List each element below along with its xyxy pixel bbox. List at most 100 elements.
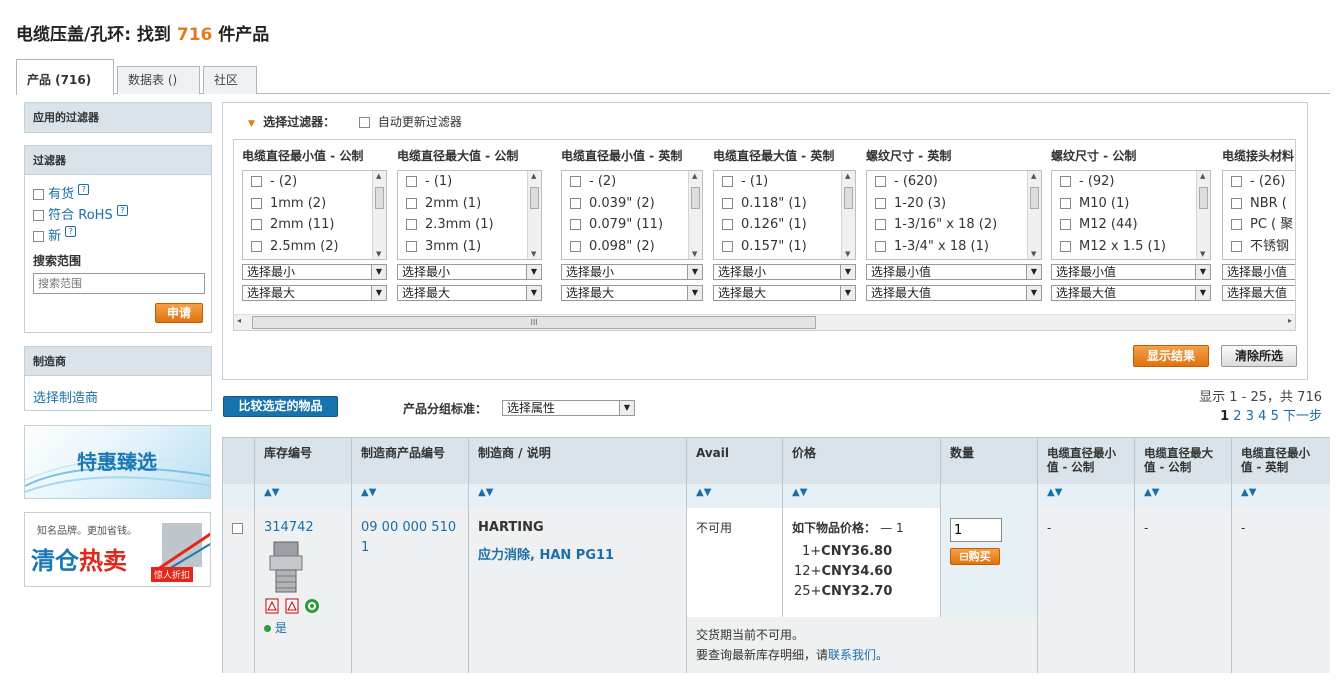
filter-value-option[interactable]: - (26)	[1223, 171, 1295, 193]
filter-max-select[interactable]: 选择最大值 ▼	[1051, 285, 1211, 301]
product-description-link[interactable]: 应力消除, HAN PG11	[478, 546, 677, 566]
filter-value-checkbox[interactable]	[1060, 219, 1071, 230]
filter-value-option[interactable]: 0.157" (1)	[714, 236, 855, 258]
sort-mfr-part-no[interactable]: ▲▼	[352, 484, 469, 508]
filter-value-option[interactable]: M10 (1)	[1052, 193, 1210, 215]
filter-value-option[interactable]: 1-3/4" x 18 (1)	[867, 236, 1041, 258]
filter-value-checkbox[interactable]	[406, 219, 417, 230]
dropdown-arrow-icon[interactable]: ▼	[526, 286, 541, 300]
filter-value-checkbox[interactable]	[722, 176, 733, 187]
dropdown-arrow-icon[interactable]: ▼	[687, 265, 702, 279]
collapse-triangle-icon[interactable]: ▼	[248, 119, 255, 129]
filter-value-option[interactable]: PC ( 聚	[1223, 214, 1295, 236]
filter-max-select[interactable]: 选择最大 ▼	[561, 285, 703, 301]
filter-value-option[interactable]: 2.3mm (1)	[398, 214, 541, 236]
scroll-up-icon[interactable]: ▲	[845, 172, 850, 180]
scroll-down-icon[interactable]: ▼	[1200, 250, 1205, 258]
dropdown-arrow-icon[interactable]: ▼	[371, 286, 386, 300]
list-scroll-thumb[interactable]	[691, 187, 700, 209]
mfr-part-no-link[interactable]: 09 00 000 5101	[361, 520, 456, 555]
filter-value-checkbox[interactable]	[570, 219, 581, 230]
filter-value-checkbox[interactable]	[570, 240, 581, 252]
search-range-input[interactable]	[33, 273, 205, 294]
clear-selection-button[interactable]: 清除所选	[1221, 345, 1297, 367]
filter-value-checkbox[interactable]	[1060, 240, 1071, 252]
sort-stock-no[interactable]: ▲▼	[255, 484, 352, 508]
filter-max-select[interactable]: 选择最大值	[1222, 285, 1295, 301]
filter-min-select[interactable]: 选择最小 ▼	[242, 264, 387, 280]
filter-value-checkbox[interactable]	[251, 197, 262, 209]
tab-community[interactable]: 社区	[203, 66, 257, 94]
filter-value-checkbox[interactable]	[1060, 197, 1071, 209]
filter-value-checkbox[interactable]	[875, 176, 886, 187]
list-scroll-thumb[interactable]	[844, 187, 853, 209]
rohs-label[interactable]: 符合 RoHS	[48, 208, 113, 223]
product-image[interactable]	[264, 540, 308, 598]
sort-manufacturer[interactable]: ▲▼	[469, 484, 687, 508]
promo-banner-special[interactable]: 特惠臻选	[24, 425, 211, 499]
filter-value-list[interactable]: - (1) 0.118" (1) 0.126" (1) 0.157" (1) ▲ ▼	[713, 170, 856, 260]
scroll-up-icon[interactable]: ▲	[531, 172, 536, 180]
scroll-down-icon[interactable]: ▼	[1031, 250, 1036, 258]
filter-value-checkbox[interactable]	[875, 240, 886, 252]
scroll-down-icon[interactable]: ▼	[692, 250, 697, 258]
filter-value-option[interactable]: 1-3/16" x 18 (2)	[867, 214, 1041, 236]
in-stock-checkbox[interactable]	[33, 189, 44, 200]
rohs-checkbox[interactable]	[33, 210, 44, 221]
in-stock-filter[interactable]: 有货 ?	[33, 184, 128, 205]
filter-value-checkbox[interactable]	[722, 219, 733, 230]
filter-value-checkbox[interactable]	[570, 197, 581, 209]
filter-max-select[interactable]: 选择最大 ▼	[242, 285, 387, 301]
filter-min-select[interactable]: 选择最小值 ▼	[866, 264, 1042, 280]
tab-datasheets[interactable]: 数据表 ()	[117, 66, 200, 94]
rohs-filter[interactable]: 符合 RoHS ?	[33, 205, 128, 226]
filter-value-list[interactable]: - (26) NBR ( PC ( 聚不锈钢	[1222, 170, 1295, 260]
filter-value-checkbox[interactable]	[1231, 240, 1242, 252]
dropdown-arrow-icon[interactable]: ▼	[1195, 286, 1210, 300]
stock-no-link[interactable]: 314742	[264, 518, 342, 538]
compare-button[interactable]: 比较选定的物品	[223, 396, 338, 417]
scroll-thumb[interactable]: III	[252, 316, 816, 329]
contact-us-link[interactable]: 联系我们	[828, 648, 876, 662]
filter-value-option[interactable]: 0.098" (2)	[562, 236, 702, 258]
filter-value-option[interactable]: NBR (	[1223, 193, 1295, 215]
filter-value-checkbox[interactable]	[1060, 176, 1071, 187]
filter-max-select[interactable]: 选择最大值 ▼	[866, 285, 1042, 301]
tab-products[interactable]: 产品 (716)	[16, 59, 114, 95]
select-filter-header[interactable]: ▼ 选择过滤器：	[248, 113, 335, 130]
filter-value-checkbox[interactable]	[722, 197, 733, 209]
show-results-button[interactable]: 显示结果	[1133, 345, 1209, 367]
filter-value-option[interactable]: 0.079" (11)	[562, 214, 702, 236]
scroll-down-icon[interactable]: ▼	[531, 250, 536, 258]
scroll-down-icon[interactable]: ▼	[845, 250, 850, 258]
filter-value-option[interactable]: 1-20 (3)	[867, 193, 1041, 215]
scroll-up-icon[interactable]: ▲	[376, 172, 381, 180]
filter-value-option[interactable]: - (1)	[398, 171, 541, 193]
filter-value-option[interactable]: 2mm (11)	[243, 214, 386, 236]
list-scrollbar[interactable]: ▲ ▼	[1027, 171, 1041, 259]
filter-value-checkbox[interactable]	[1231, 219, 1242, 230]
help-icon[interactable]: ?	[65, 226, 77, 237]
filter-value-option[interactable]: 0.126" (1)	[714, 214, 855, 236]
filter-value-option[interactable]: M12 (44)	[1052, 214, 1210, 236]
filter-min-select[interactable]: 选择最小值 ▼	[1051, 264, 1211, 280]
list-scroll-thumb[interactable]	[530, 187, 539, 209]
filter-min-select[interactable]: 选择最小 ▼	[561, 264, 703, 280]
filter-max-select[interactable]: 选择最大 ▼	[397, 285, 542, 301]
filter-value-list[interactable]: - (2) 1mm (2) 2mm (11) 2.5mm (2) ▲ ▼	[242, 170, 387, 260]
page-link[interactable]: 2	[1233, 409, 1241, 424]
auto-update-checkbox[interactable]	[359, 117, 370, 128]
dropdown-arrow-icon[interactable]: ▼	[1026, 265, 1041, 279]
next-page-link[interactable]: 下一步	[1283, 409, 1322, 424]
list-scroll-thumb[interactable]	[1030, 187, 1039, 209]
page-link[interactable]: 5	[1271, 409, 1279, 424]
filter-value-checkbox[interactable]	[406, 197, 417, 209]
dropdown-arrow-icon[interactable]: ▼	[1195, 265, 1210, 279]
filter-value-checkbox[interactable]	[251, 240, 262, 252]
filter-value-option[interactable]: M12 x 1.5 (1)	[1052, 236, 1210, 258]
list-scrollbar[interactable]: ▲ ▼	[841, 171, 855, 259]
dropdown-arrow-icon[interactable]: ▼	[840, 265, 855, 279]
promo-banner-clearance[interactable]: 知名品牌。更加省钱。 清仓热卖 惊人折扣	[24, 512, 211, 587]
scroll-left-icon[interactable]: ◂	[237, 316, 241, 325]
dropdown-arrow-icon[interactable]: ▼	[526, 265, 541, 279]
